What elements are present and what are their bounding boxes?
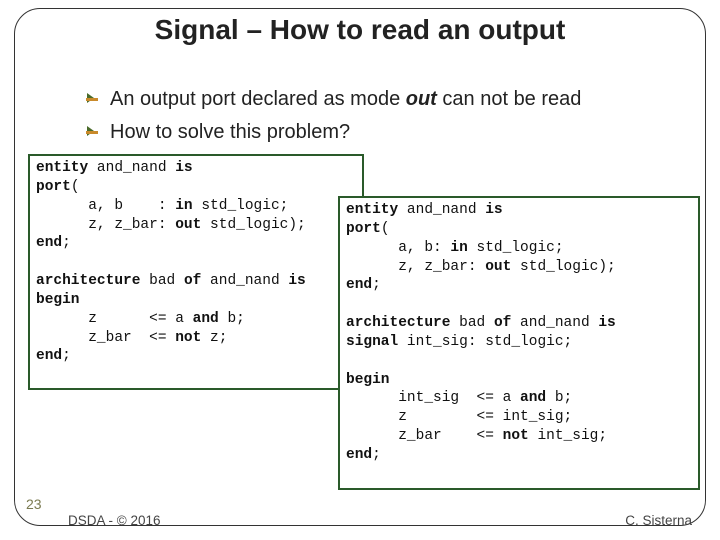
footer-author: C. Sisterna	[625, 513, 692, 528]
bullet-arrow-icon	[86, 92, 100, 106]
footer-copyright: DSDA - © 2016	[68, 513, 161, 528]
page-number: 23	[26, 496, 42, 512]
slide-title: Signal – How to read an output	[0, 14, 720, 46]
bullet-item: How to solve this problem?	[86, 119, 680, 146]
bullet-text: An output port declared as mode out can …	[110, 86, 581, 113]
bullet-item: An output port declared as mode out can …	[86, 86, 680, 113]
bullet-arrow-icon	[86, 125, 100, 139]
slide: Signal – How to read an output An output…	[0, 0, 720, 540]
bullet-text-segment: An output port declared as mode	[110, 88, 406, 110]
code-box-bad: entity and_nand is port( a, b : in std_l…	[28, 154, 364, 390]
bullet-text: How to solve this problem?	[110, 119, 350, 146]
code-box-fixed: entity and_nand is port( a, b: in std_lo…	[338, 196, 700, 490]
bullet-text-segment: can not be read	[437, 88, 582, 110]
keyword-out: out	[406, 88, 437, 110]
bullet-list: An output port declared as mode out can …	[86, 86, 680, 152]
